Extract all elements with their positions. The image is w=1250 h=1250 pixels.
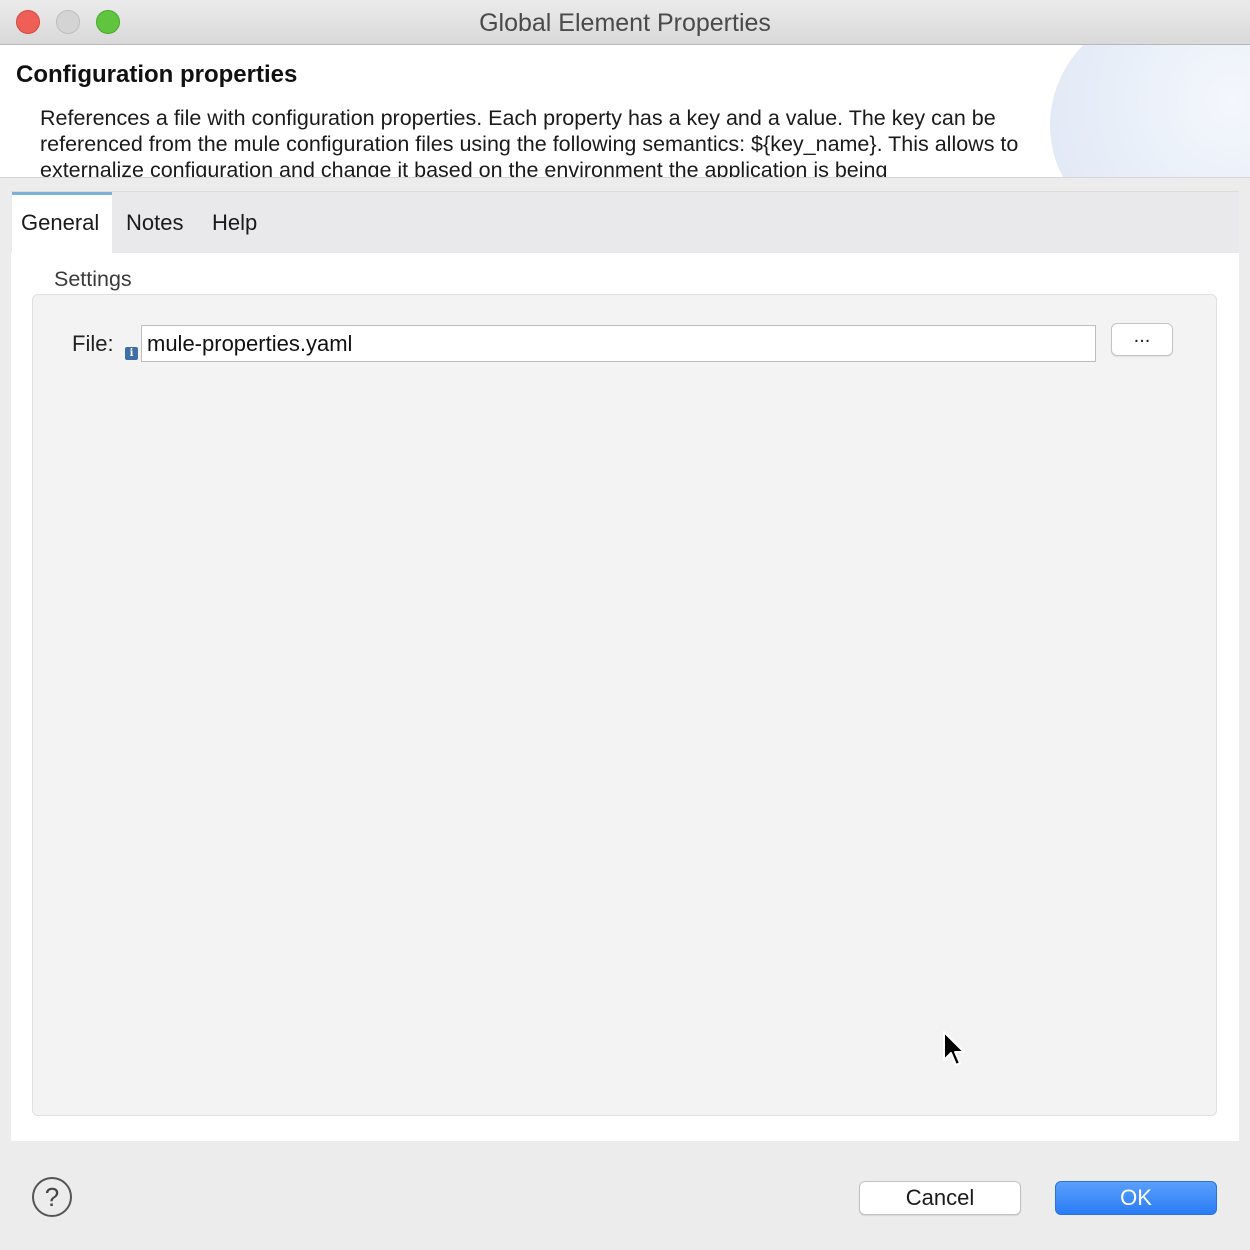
file-input[interactable] [141,325,1096,362]
browse-button[interactable]: ... [1111,323,1173,356]
file-label: File: [72,331,114,356]
header-title: Configuration properties [16,61,298,88]
tab-bar: General Notes Help [11,191,1239,253]
window-title: Global Element Properties [479,9,771,37]
ok-button[interactable]: OK [1055,1181,1217,1215]
help-icon[interactable]: ? [32,1177,72,1217]
tab-notes[interactable]: Notes [117,192,192,253]
info-icon[interactable]: i [125,347,138,360]
tab-help[interactable]: Help [203,192,266,253]
cancel-button[interactable]: Cancel [859,1181,1021,1215]
main-panel: General Notes Help Settings File: i ... [11,191,1239,1141]
tab-general[interactable]: General [12,192,112,253]
header-description: References a file with configuration pro… [40,106,1019,177]
header-banner: Configuration properties References a fi… [0,45,1250,178]
mouse-cursor-icon [943,1031,965,1066]
settings-group-label: Settings [54,267,132,291]
settings-group: File: i ... [32,294,1217,1116]
title-bar: Global Element Properties [0,0,1250,45]
